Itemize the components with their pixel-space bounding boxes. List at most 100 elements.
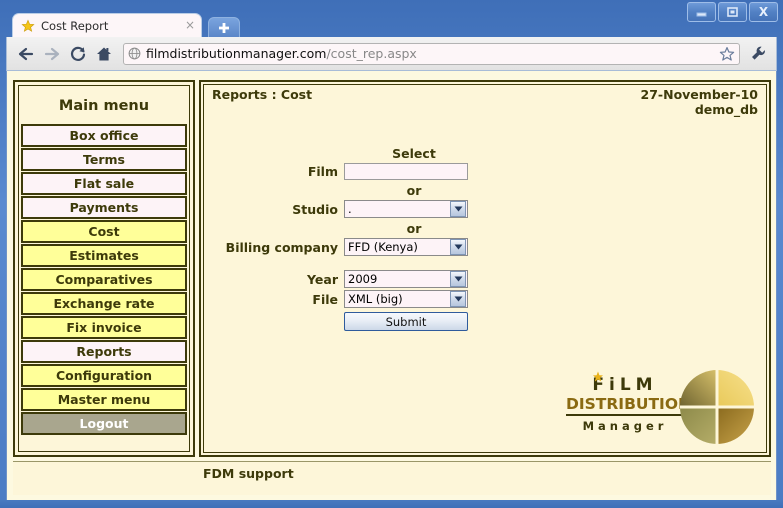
submit-button[interactable]: Submit bbox=[344, 312, 468, 331]
sidebar-item-label: Master menu bbox=[58, 392, 151, 407]
forward-button[interactable] bbox=[39, 41, 65, 67]
back-button[interactable] bbox=[13, 41, 39, 67]
sidebar-item-label: Terms bbox=[83, 152, 125, 167]
film-row: Film bbox=[204, 163, 766, 180]
or-separator-2: or bbox=[344, 220, 484, 238]
cost-report-form: Select Film or Studio . bbox=[204, 145, 766, 333]
select-heading: Select bbox=[344, 145, 484, 163]
sidebar-item-label: Configuration bbox=[56, 368, 152, 383]
sidebar-item-label: Cost bbox=[88, 224, 119, 239]
sidebar-item-label: Payments bbox=[70, 200, 139, 215]
window-bottom-edge bbox=[0, 500, 783, 508]
sidebar-item-flat-sale[interactable]: Flat sale bbox=[21, 172, 187, 195]
year-label: Year bbox=[204, 272, 344, 287]
sidebar-item-cost[interactable]: Cost bbox=[21, 220, 187, 243]
home-button[interactable] bbox=[91, 41, 117, 67]
file-select-value: XML (big) bbox=[345, 292, 450, 306]
studio-row: Studio . bbox=[204, 200, 766, 218]
sidebar-item-label: Estimates bbox=[69, 248, 139, 263]
url-domain: filmdistributionmanager.com bbox=[146, 46, 326, 61]
star-icon bbox=[21, 19, 35, 33]
browser-toolbar: filmdistributionmanager.com/cost_rep.asp… bbox=[6, 37, 777, 71]
bookmark-star-button[interactable] bbox=[719, 46, 735, 62]
reload-icon bbox=[69, 45, 87, 63]
header-meta: 27-November-10 demo_db bbox=[641, 87, 758, 117]
year-select[interactable]: 2009 bbox=[344, 270, 468, 288]
wrench-icon bbox=[750, 45, 767, 62]
url-text: filmdistributionmanager.com/cost_rep.asp… bbox=[146, 46, 719, 61]
sidebar-item-terms[interactable]: Terms bbox=[21, 148, 187, 171]
film-label: Film bbox=[204, 164, 344, 179]
sidebar-item-master-menu[interactable]: Master menu bbox=[21, 388, 187, 411]
sidebar-item-label: Reports bbox=[76, 344, 131, 359]
address-bar[interactable]: filmdistributionmanager.com/cost_rep.asp… bbox=[123, 43, 740, 65]
chevron-down-icon bbox=[450, 291, 466, 307]
sidebar-item-payments[interactable]: Payments bbox=[21, 196, 187, 219]
sidebar: Main menu Box office Terms Flat sale Paymen… bbox=[13, 80, 195, 457]
globe-icon bbox=[128, 47, 141, 60]
sidebar-inner: Main menu Box office Terms Flat sale Paymen… bbox=[18, 85, 190, 452]
tab-title: Cost Report bbox=[41, 19, 183, 33]
settings-button[interactable] bbox=[746, 41, 770, 67]
back-icon bbox=[17, 46, 35, 62]
file-label: File bbox=[204, 292, 344, 307]
or-separator-1: or bbox=[344, 182, 484, 200]
chevron-down-icon bbox=[450, 201, 466, 217]
sidebar-item-fix-invoice[interactable]: Fix invoice bbox=[21, 316, 187, 339]
content-inner: Reports : Cost 27-November-10 demo_db Se… bbox=[203, 84, 767, 453]
billing-company-select-value: FFD (Kenya) bbox=[345, 240, 450, 254]
billing-company-label: Billing company bbox=[204, 240, 344, 255]
file-select[interactable]: XML (big) bbox=[344, 290, 468, 308]
year-row: Year 2009 bbox=[204, 270, 766, 288]
footer-support-text: FDM support bbox=[203, 466, 294, 481]
sidebar-title: Main menu bbox=[21, 88, 187, 124]
home-icon bbox=[95, 45, 113, 63]
logo-sphere-icon bbox=[678, 368, 756, 446]
sidebar-item-label: Fix invoice bbox=[66, 320, 141, 335]
file-row: File XML (big) bbox=[204, 290, 766, 308]
content-header: Reports : Cost 27-November-10 demo_db bbox=[204, 87, 766, 117]
star-outline-icon bbox=[719, 46, 735, 62]
billing-company-select[interactable]: FFD (Kenya) bbox=[344, 238, 468, 256]
reload-button[interactable] bbox=[65, 41, 91, 67]
logo-line-manager: Manager bbox=[566, 416, 684, 434]
content-panel: Reports : Cost 27-November-10 demo_db Se… bbox=[199, 80, 771, 457]
chevron-down-icon bbox=[450, 271, 466, 287]
breadcrumb: Reports : Cost bbox=[212, 87, 312, 117]
page-viewport: Main menu Box office Terms Flat sale Paymen… bbox=[6, 71, 777, 500]
chevron-down-icon bbox=[450, 239, 466, 255]
studio-select[interactable]: . bbox=[344, 200, 468, 218]
sidebar-item-label: Exchange rate bbox=[53, 296, 154, 311]
new-tab-button[interactable] bbox=[208, 17, 240, 38]
tab-close-button[interactable]: × bbox=[183, 19, 197, 33]
forward-icon bbox=[43, 46, 61, 62]
sidebar-item-label: Box office bbox=[70, 128, 139, 143]
sidebar-item-comparatives[interactable]: Comparatives bbox=[21, 268, 187, 291]
star-icon bbox=[592, 371, 604, 383]
browser-window: X Cost Report × bbox=[0, 0, 783, 508]
sidebar-item-box-office[interactable]: Box office bbox=[21, 124, 187, 147]
page-content: Main menu Box office Terms Flat sale Paymen… bbox=[7, 71, 777, 500]
studio-label: Studio bbox=[204, 202, 344, 217]
fdm-logo: FiLM DISTRIBUTION Manager bbox=[566, 368, 756, 446]
sidebar-item-label: Comparatives bbox=[55, 272, 152, 287]
url-path: /cost_rep.aspx bbox=[326, 46, 416, 61]
submit-row: Submit bbox=[204, 312, 766, 331]
sidebar-item-label: Flat sale bbox=[74, 176, 134, 191]
tab-strip: Cost Report × bbox=[0, 13, 783, 37]
billing-company-row: Billing company FFD (Kenya) bbox=[204, 238, 766, 256]
sidebar-item-logout[interactable]: Logout bbox=[21, 412, 187, 435]
sidebar-item-label: Logout bbox=[80, 416, 129, 431]
sidebar-item-exchange-rate[interactable]: Exchange rate bbox=[21, 292, 187, 315]
plus-icon bbox=[217, 21, 231, 35]
logo-line-distribution: DISTRIBUTION bbox=[566, 395, 684, 416]
database-name: demo_db bbox=[641, 102, 758, 117]
sidebar-item-reports[interactable]: Reports bbox=[21, 340, 187, 363]
film-input[interactable] bbox=[344, 163, 468, 180]
tab-cost-report[interactable]: Cost Report × bbox=[12, 13, 202, 38]
sidebar-item-configuration[interactable]: Configuration bbox=[21, 364, 187, 387]
sidebar-item-estimates[interactable]: Estimates bbox=[21, 244, 187, 267]
logo-line-film: FiLM bbox=[566, 376, 684, 395]
logo-text-block: FiLM DISTRIBUTION Manager bbox=[566, 376, 684, 434]
footer-bar: FDM support bbox=[13, 461, 771, 495]
